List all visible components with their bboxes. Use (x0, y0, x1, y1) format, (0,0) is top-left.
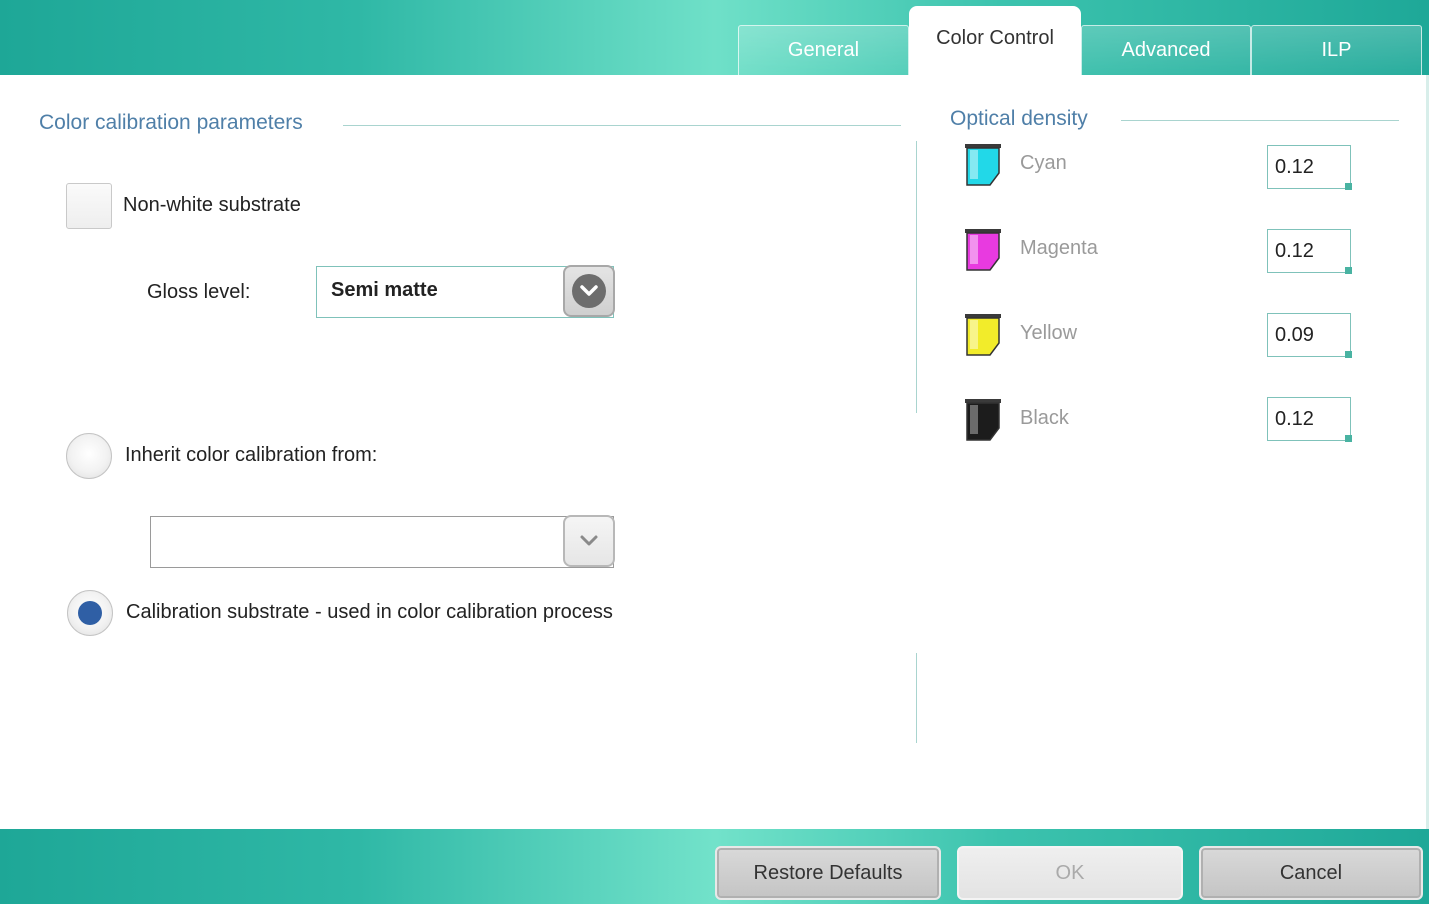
tab-label: Color Control (936, 26, 1054, 49)
non-white-substrate-checkbox[interactable] (66, 183, 112, 229)
section-divider (343, 125, 901, 126)
tab-label: ILP (1321, 39, 1352, 61)
column-divider (916, 653, 917, 743)
black-label: Black (1020, 407, 1069, 429)
magenta-ink-cartridge-icon (965, 229, 1001, 271)
cyan-ink-cartridge-icon (965, 144, 1001, 186)
calibration-substrate-radio[interactable] (67, 590, 113, 636)
gloss-level-select[interactable]: Semi matte (316, 265, 615, 318)
tab-general[interactable]: General (738, 25, 909, 75)
restore-defaults-button[interactable]: Restore Defaults (715, 846, 941, 900)
yellow-label: Yellow (1020, 322, 1078, 344)
cyan-label: Cyan (1020, 152, 1067, 174)
yellow-ink-cartridge-icon (965, 314, 1001, 356)
gloss-level-label: Gloss level: (147, 281, 251, 303)
cancel-button[interactable]: Cancel (1199, 846, 1423, 900)
chevron-down-icon (572, 274, 606, 308)
chevron-down-icon (580, 535, 598, 546)
tab-ilp[interactable]: ILP (1251, 25, 1422, 75)
column-divider (916, 141, 917, 413)
magenta-density-input[interactable]: 0.12 (1267, 229, 1352, 274)
non-white-substrate-label: Non-white substrate (123, 194, 301, 216)
inherit-calibration-select[interactable] (150, 515, 615, 568)
color-control-panel: Color calibration parameters Non-white s… (0, 75, 1429, 829)
tab-label: Advanced (1121, 39, 1211, 61)
yellow-density-input[interactable]: 0.09 (1267, 313, 1352, 358)
calibration-section-title: Color calibration parameters (39, 111, 303, 134)
tab-advanced[interactable]: Advanced (1081, 25, 1251, 75)
black-ink-cartridge-icon (965, 399, 1001, 441)
tab-label: General (787, 39, 860, 61)
inherit-calibration-radio[interactable] (66, 433, 112, 479)
optical-density-title: Optical density (950, 107, 1088, 130)
gloss-level-value: Semi matte (331, 279, 438, 301)
calibration-substrate-label: Calibration substrate - used in color ca… (126, 601, 613, 623)
ok-button[interactable]: OK (957, 846, 1183, 900)
black-density-input[interactable]: 0.12 (1267, 397, 1352, 442)
gloss-dropdown-button[interactable] (563, 265, 615, 317)
radio-selected-dot (78, 601, 102, 625)
cyan-density-input[interactable]: 0.12 (1267, 145, 1352, 190)
magenta-label: Magenta (1020, 237, 1098, 259)
tab-color-control[interactable]: Color Control (909, 6, 1081, 76)
inherit-dropdown-button[interactable] (563, 515, 615, 567)
section-divider (1121, 120, 1399, 121)
inherit-calibration-label: Inherit color calibration from: (125, 444, 378, 466)
